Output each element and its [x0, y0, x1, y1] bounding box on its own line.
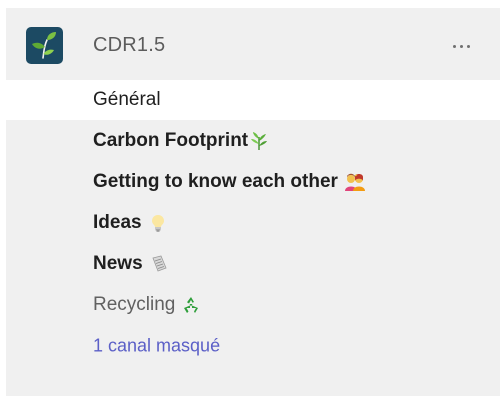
couple-emoji-icon	[344, 172, 365, 192]
hidden-channels-link[interactable]: 1 canal masqué	[6, 326, 500, 366]
team-header[interactable]: CDR1.5	[6, 8, 500, 80]
channel-ideas[interactable]: Ideas	[6, 203, 500, 243]
newspaper-emoji-icon	[149, 254, 169, 274]
recycling-emoji-icon	[181, 295, 201, 315]
channel-getting-to-know-each-other[interactable]: Getting to know each other	[6, 162, 500, 202]
channel-label: Général	[93, 89, 161, 111]
channel-news[interactable]: News	[6, 244, 500, 284]
channel-general[interactable]: Général	[6, 80, 500, 120]
channel-recycling[interactable]: Recycling	[6, 285, 500, 325]
channel-label: News	[93, 253, 169, 275]
channel-name: Recycling	[93, 294, 176, 315]
channel-label: Ideas	[93, 212, 168, 234]
hidden-channels-label: 1 canal masqué	[93, 335, 221, 356]
more-options-icon	[452, 44, 456, 48]
channel-name: Ideas	[93, 212, 142, 233]
team-name: CDR1.5	[93, 34, 166, 56]
channel-name: News	[93, 253, 143, 274]
more-options-dot	[466, 44, 470, 48]
channel-carbon-footprint[interactable]: Carbon Footprint	[6, 121, 500, 161]
channel-name: Général	[93, 89, 161, 110]
channel-label: Carbon Footprint	[93, 130, 269, 152]
channel-name: Carbon Footprint	[93, 130, 249, 151]
team-logo-plant-sprout-icon	[26, 27, 63, 64]
channel-label: Recycling	[93, 294, 201, 316]
more-options-button[interactable]	[446, 34, 476, 58]
herb-emoji-icon	[249, 131, 269, 151]
team-channel-list: CDR1.5 Général Carbon Footprint Getting …	[6, 8, 500, 396]
lightbulb-emoji-icon	[148, 213, 168, 233]
channel-name: Getting to know each other	[93, 171, 338, 192]
more-options-dot	[459, 44, 463, 48]
channel-label: Getting to know each other	[93, 171, 365, 193]
